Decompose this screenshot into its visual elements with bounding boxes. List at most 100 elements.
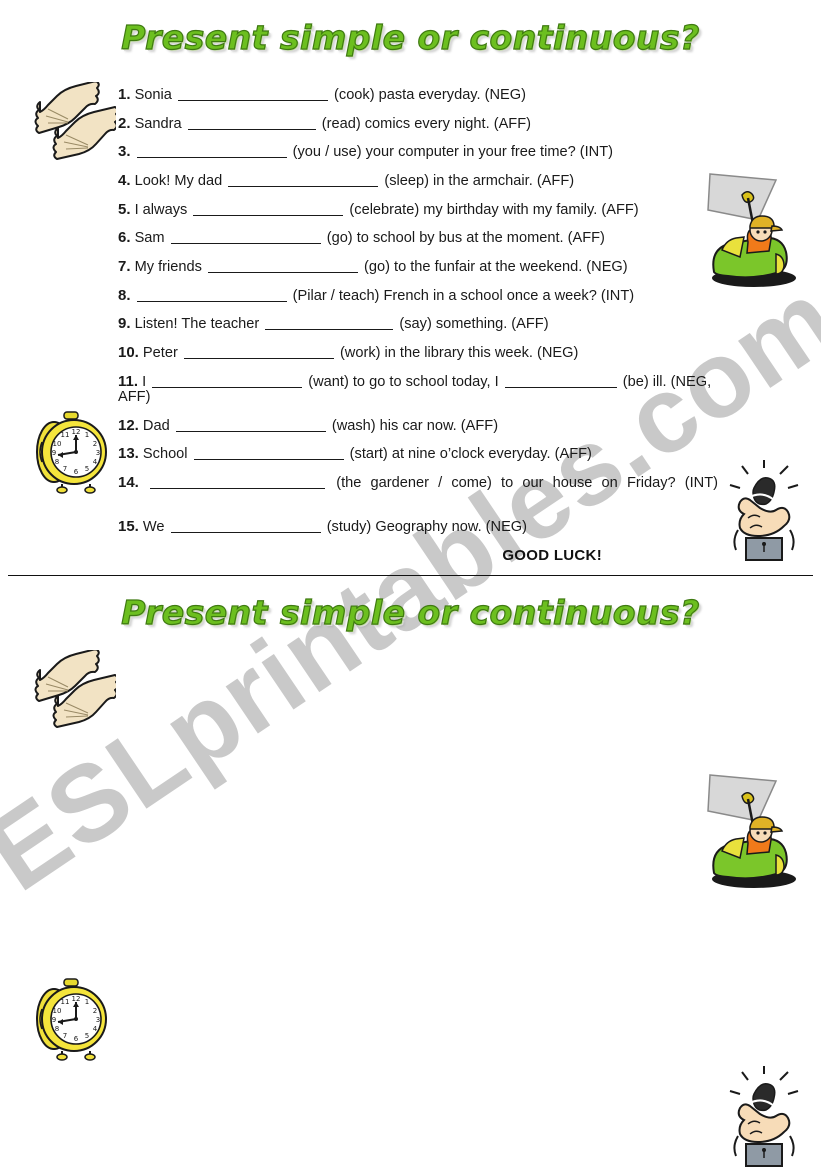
exercise-item: 12. Dad (wash) his car now. (AFF)	[118, 417, 718, 434]
exercise-item: 9. Listen! The teacher (say) something. …	[118, 315, 718, 332]
page-title: Present simple or continuous?	[121, 592, 700, 632]
bumper-car-image	[698, 769, 802, 891]
exercise-number: 7.	[118, 257, 131, 275]
sheet-divider	[8, 575, 813, 576]
exercise-suffix-text: (the gardener / come) to our house on Fr…	[336, 474, 718, 491]
svg-text:6: 6	[74, 1035, 79, 1043]
svg-text:11: 11	[61, 431, 70, 439]
exercise-suffix-text: (wash) his car now. (AFF)	[331, 417, 499, 434]
answer-blank[interactable]	[183, 344, 334, 359]
exercise-suffix-text: (read) comics every night. (AFF)	[321, 115, 531, 132]
exercise-number: 3.	[118, 143, 131, 161]
alarm-clock-image: 12 1 2 345 678 9 10 11	[28, 975, 116, 1061]
exercise-number: 11.	[118, 372, 139, 390]
svg-text:7: 7	[63, 465, 67, 473]
exercise-suffix-text: (go) to school by bus at the moment. (AF…	[326, 230, 605, 247]
exercise-prefix-text: Sonia	[134, 86, 172, 103]
title-container: Present simple or continuous?	[0, 577, 821, 632]
exercise-prefix-text: We	[142, 518, 165, 535]
answer-blank[interactable]	[207, 258, 358, 273]
exercise-item: 6. Sam (go) to school by bus at the mome…	[118, 229, 718, 246]
exercise-number: 9.	[118, 315, 131, 333]
svg-text:10: 10	[53, 1007, 62, 1015]
svg-text:4: 4	[93, 1025, 98, 1033]
exercise-prefix-text: Peter	[142, 344, 178, 361]
exercise-suffix-text: (work) in the library this week. (NEG)	[339, 344, 579, 361]
exercise-suffix-text: (Pilar / teach) French in a school once …	[292, 287, 635, 304]
answer-blank[interactable]	[170, 229, 321, 245]
exercise-suffix-text: (study) Geography now. (NEG)	[326, 518, 528, 535]
svg-text:12: 12	[72, 995, 81, 1003]
exercise-list: 1. Sonia (cook) pasta everyday. (NEG) 2. …	[118, 86, 718, 535]
exercise-suffix-text: (go) to the funfair at the weekend. (NEG…	[364, 258, 628, 275]
answer-blank[interactable]	[177, 86, 328, 101]
answer-blank[interactable]	[193, 201, 344, 216]
svg-text:5: 5	[85, 1032, 89, 1040]
exercise-block-top: 1. Sonia (cook) pasta everyday. (NEG) 2. …	[118, 86, 718, 564]
page-title: Present simple or continuous?	[121, 17, 700, 57]
exercise-number: 5.	[118, 200, 131, 218]
answer-blank[interactable]	[193, 445, 344, 461]
exercise-item: 7. My friends (go) to the funfair at the…	[118, 258, 718, 275]
svg-text:3: 3	[96, 449, 100, 457]
good-luck-text: GOOD LUCK!	[502, 546, 602, 564]
svg-text:9: 9	[52, 449, 56, 457]
exercise-prefix-text: Listen! The teacher	[134, 316, 260, 333]
worksheet-page: ESLprintables.com Present simple or cont…	[0, 0, 821, 1169]
exercise-number: 6.	[118, 229, 131, 247]
farfalle-pasta-image	[24, 82, 116, 168]
alarm-clock-image: 12 1 2 345 678 9 10 11	[28, 408, 116, 494]
crossed-fingers-hand-image	[718, 458, 810, 562]
svg-text:3: 3	[96, 1016, 100, 1024]
exercise-prefix-text: I	[142, 373, 147, 390]
exercise-prefix-text: Dad	[142, 417, 170, 434]
svg-text:1: 1	[85, 998, 89, 1006]
title-container: Present simple or continuous?	[0, 0, 821, 57]
exercise-prefix-text: Look! My dad	[134, 172, 223, 189]
exercise-item: 10. Peter (work) in the library this wee…	[118, 344, 718, 361]
exercise-suffix-text: (start) at nine o’clock everyday. (AFF)	[349, 446, 592, 463]
exercise-item: 15. We (study) Geography now. (NEG)	[118, 518, 718, 535]
crossed-fingers-hand-image	[718, 1064, 810, 1168]
svg-text:7: 7	[63, 1032, 67, 1040]
answer-blank[interactable]	[187, 115, 316, 130]
answer-blank[interactable]	[150, 474, 326, 489]
exercise-item: 14. (the gardener / come) to our house o…	[118, 474, 718, 506]
exercise-item: 3. (you / use) your computer in your fre…	[118, 143, 718, 160]
answer-blank[interactable]	[136, 287, 287, 302]
exercise-item: 5. I always (celebrate) my birthday with…	[118, 201, 718, 218]
svg-text:5: 5	[85, 465, 89, 473]
exercise-number: 2.	[118, 114, 131, 132]
exercise-prefix-text: Sandra	[134, 115, 182, 132]
exercise-prefix-text: School	[142, 446, 188, 463]
exercise-number: 1.	[118, 85, 131, 103]
exercise-number: 14.	[118, 473, 139, 491]
exercise-number: 12.	[118, 416, 139, 434]
svg-text:12: 12	[72, 428, 81, 436]
exercise-item: 13. School (start) at nine o’clock every…	[118, 445, 718, 462]
exercise-suffix-text: (cook) pasta everyday. (NEG)	[334, 86, 526, 103]
answer-blank[interactable]	[228, 172, 379, 187]
svg-text:4: 4	[93, 458, 98, 466]
answer-blank[interactable]	[152, 373, 303, 388]
exercise-item: 11. I (want) to go to school today, I (b…	[118, 373, 718, 405]
exercise-suffix-text: (want) to go to school today, I	[308, 373, 499, 390]
exercise-suffix-text: (say) something. (AFF)	[399, 316, 549, 333]
answer-blank[interactable]	[175, 417, 326, 432]
exercise-item: 8. (Pilar / teach) French in a school on…	[118, 287, 718, 304]
exercise-item: 1. Sonia (cook) pasta everyday. (NEG)	[118, 86, 718, 103]
svg-text:9: 9	[52, 1016, 56, 1024]
exercise-number: 10.	[118, 343, 139, 361]
answer-blank[interactable]	[265, 315, 394, 331]
exercise-prefix-text: I always	[134, 201, 188, 218]
svg-text:10: 10	[53, 440, 62, 448]
answer-blank[interactable]	[136, 143, 287, 159]
exercise-prefix-text: Sam	[134, 230, 165, 247]
svg-text:8: 8	[55, 1025, 59, 1033]
answer-blank[interactable]	[504, 373, 617, 388]
exercise-item: 4. Look! My dad (sleep) in the armchair.…	[118, 172, 718, 189]
exercise-number: 13.	[118, 445, 139, 463]
exercise-number: 4.	[118, 171, 131, 189]
farfalle-pasta-image	[24, 650, 116, 736]
answer-blank[interactable]	[170, 518, 321, 533]
